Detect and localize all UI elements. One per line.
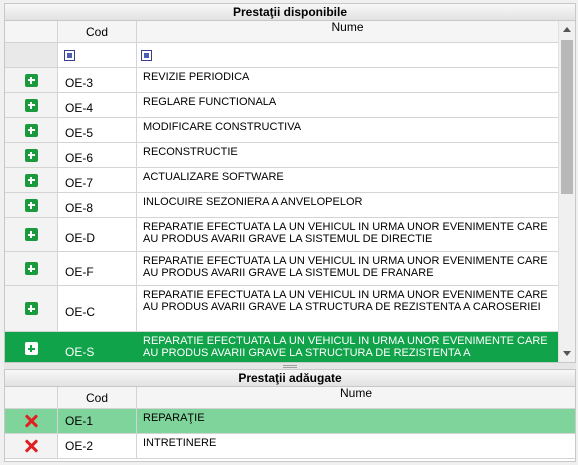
header-icon-cell bbox=[5, 387, 58, 408]
plus-icon[interactable] bbox=[24, 173, 38, 187]
row-action-cell[interactable] bbox=[5, 252, 58, 285]
table-row[interactable]: OE-C REPARATIE EFECTUATA LA UN VEHICUL IN… bbox=[5, 286, 558, 332]
code-cell: OE-C bbox=[58, 286, 137, 331]
name-cell: REPARATIE EFECTUATA LA UN VEHICUL IN URM… bbox=[143, 289, 548, 313]
name-cell: INTRETINERE bbox=[143, 437, 217, 449]
row-action-cell[interactable] bbox=[5, 332, 58, 362]
code-cell: OE-D bbox=[58, 218, 137, 251]
filter-name-icon[interactable] bbox=[141, 49, 152, 61]
plus-icon[interactable] bbox=[24, 228, 38, 241]
name-cell: REGLARE FUNCTIONALA bbox=[143, 96, 277, 108]
column-header-name[interactable]: Nume bbox=[137, 21, 558, 42]
plus-icon[interactable] bbox=[24, 73, 38, 87]
remove-icon[interactable] bbox=[23, 413, 39, 429]
filter-row bbox=[5, 43, 558, 68]
scroll-up-arrow-icon[interactable] bbox=[559, 21, 575, 38]
row-action-cell[interactable] bbox=[5, 409, 58, 433]
grid-header: Cod Nume bbox=[5, 21, 558, 43]
row-action-cell[interactable] bbox=[5, 218, 58, 251]
code-cell: OE-1 bbox=[58, 409, 137, 433]
vertical-scrollbar[interactable] bbox=[558, 21, 575, 362]
table-row[interactable]: OE-1 REPARAŢIE bbox=[5, 409, 575, 434]
code-cell: OE-3 bbox=[58, 68, 137, 92]
name-cell: ACTUALIZARE SOFTWARE bbox=[143, 171, 284, 183]
column-header-name[interactable]: Nume bbox=[137, 387, 575, 408]
plus-icon[interactable] bbox=[24, 342, 38, 355]
code-cell: OE-6 bbox=[58, 143, 137, 167]
name-cell: MODIFICARE CONSTRUCTIVA bbox=[143, 121, 302, 133]
plus-icon[interactable] bbox=[24, 148, 38, 162]
available-services-grid: Cod Nume OE-3 REVIZIE PERIODICA OE-4 REGLAR… bbox=[5, 21, 558, 362]
row-action-cell[interactable] bbox=[5, 193, 58, 217]
header-icon-cell bbox=[5, 21, 58, 42]
code-cell: OE-4 bbox=[58, 93, 137, 117]
name-cell: REPARATIE EFECTUATA LA UN VEHICUL IN URM… bbox=[143, 335, 548, 359]
code-cell: OE-5 bbox=[58, 118, 137, 142]
row-action-cell[interactable] bbox=[5, 68, 58, 92]
table-row[interactable]: OE-3 REVIZIE PERIODICA bbox=[5, 68, 558, 93]
table-row[interactable]: OE-8 INLOCUIRE SEZONIERA A ANVELOPELOR bbox=[5, 193, 558, 218]
table-row[interactable]: OE-D REPARATIE EFECTUATA LA UN VEHICUL IN… bbox=[5, 218, 558, 252]
code-cell: OE-F bbox=[58, 252, 137, 285]
table-row[interactable]: OE-F REPARATIE EFECTUATA LA UN VEHICUL IN… bbox=[5, 252, 558, 286]
name-cell: REVIZIE PERIODICA bbox=[143, 71, 250, 83]
scrollbar-thumb[interactable] bbox=[561, 40, 573, 194]
added-services-title: Prestaţii adăugate bbox=[5, 370, 575, 387]
available-services-title: Prestaţii disponibile bbox=[5, 4, 575, 21]
plus-icon[interactable] bbox=[24, 198, 38, 212]
name-cell: REPARATIE EFECTUATA LA UN VEHICUL IN URM… bbox=[143, 221, 548, 245]
grid-header: Cod Nume bbox=[5, 387, 575, 409]
code-cell: OE-S bbox=[58, 332, 137, 362]
table-row[interactable]: OE-5 MODIFICARE CONSTRUCTIVA bbox=[5, 118, 558, 143]
row-action-cell[interactable] bbox=[5, 286, 58, 331]
table-row[interactable]: OE-7 ACTUALIZARE SOFTWARE bbox=[5, 168, 558, 193]
added-services-panel: Prestaţii adăugate Cod Nume OE-1 REPARAŢI… bbox=[4, 369, 576, 462]
plus-icon[interactable] bbox=[24, 123, 38, 137]
name-cell: RECONSTRUCTIE bbox=[143, 146, 238, 158]
plus-icon[interactable] bbox=[24, 302, 38, 315]
row-action-cell[interactable] bbox=[5, 143, 58, 167]
available-services-panel: Prestaţii disponibile Cod Nume OE-3 REVIZ… bbox=[4, 3, 576, 363]
table-row[interactable]: OE-6 RECONSTRUCTIE bbox=[5, 143, 558, 168]
name-cell: INLOCUIRE SEZONIERA A ANVELOPELOR bbox=[143, 196, 363, 208]
code-cell: OE-7 bbox=[58, 168, 137, 192]
column-header-code[interactable]: Cod bbox=[58, 387, 137, 408]
splitter-grip-icon[interactable] bbox=[283, 364, 297, 368]
filter-name-cell[interactable] bbox=[137, 43, 558, 67]
plus-icon[interactable] bbox=[24, 262, 38, 275]
filter-code-icon[interactable] bbox=[64, 49, 75, 61]
remove-icon[interactable] bbox=[23, 438, 39, 454]
code-cell: OE-2 bbox=[58, 434, 137, 458]
name-cell: REPARAŢIE bbox=[143, 412, 205, 424]
code-cell: OE-8 bbox=[58, 193, 137, 217]
row-action-cell[interactable] bbox=[5, 434, 58, 458]
added-services-grid: Cod Nume OE-1 REPARAŢIE OE-2 INTRETINERE bbox=[5, 387, 575, 461]
filter-row-indicator bbox=[5, 43, 58, 67]
row-action-cell[interactable] bbox=[5, 93, 58, 117]
row-action-cell[interactable] bbox=[5, 118, 58, 142]
name-cell: REPARATIE EFECTUATA LA UN VEHICUL IN URM… bbox=[143, 255, 548, 279]
plus-icon[interactable] bbox=[24, 98, 38, 112]
table-row[interactable]: OE-2 INTRETINERE bbox=[5, 434, 575, 459]
table-row[interactable]: OE-S REPARATIE EFECTUATA LA UN VEHICUL IN… bbox=[5, 332, 558, 362]
filter-code-cell[interactable] bbox=[58, 43, 137, 67]
row-action-cell[interactable] bbox=[5, 168, 58, 192]
column-header-code[interactable]: Cod bbox=[58, 21, 137, 42]
scroll-down-arrow-icon[interactable] bbox=[559, 345, 575, 362]
table-row[interactable]: OE-4 REGLARE FUNCTIONALA bbox=[5, 93, 558, 118]
